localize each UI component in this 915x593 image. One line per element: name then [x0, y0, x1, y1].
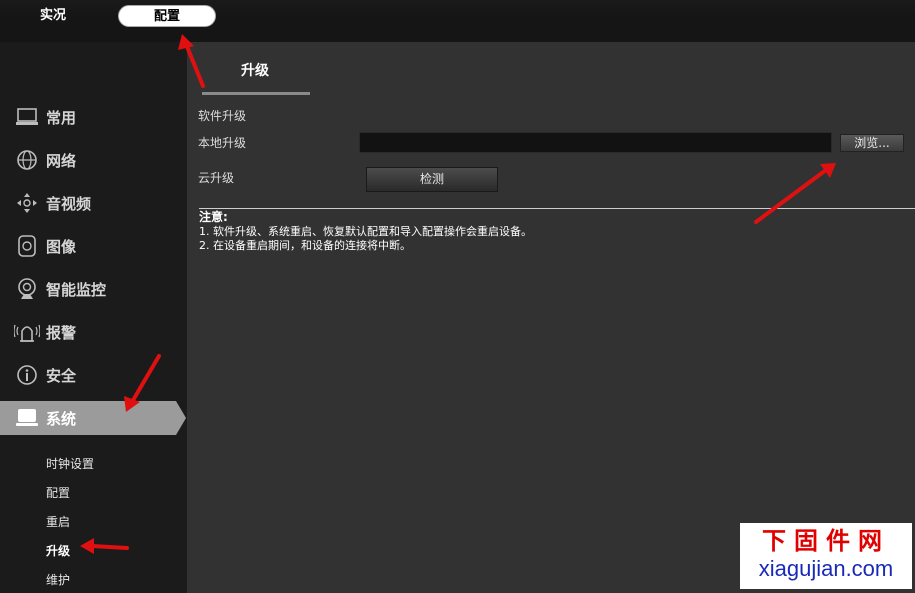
watermark-title: 下固件网 [762, 526, 890, 555]
sub-item-reboot[interactable]: 重启 [46, 513, 70, 530]
sidebar-item-label: 报警 [46, 323, 77, 342]
sub-item-clock-settings[interactable]: 时钟设置 [46, 455, 94, 472]
tab-upgrade[interactable]: 升级 [241, 60, 269, 80]
tab-underline [202, 92, 310, 95]
section-title: 软件升级 [198, 109, 247, 123]
camera-icon [14, 233, 40, 259]
divider [199, 208, 915, 209]
sidebar-item-label: 音视频 [46, 194, 92, 213]
alarm-icon [14, 319, 40, 345]
sidebar-item-label: 安全 [46, 366, 77, 385]
sub-item-config[interactable]: 配置 [46, 484, 70, 501]
sidebar-item-system[interactable]: 系统 [0, 401, 186, 435]
local-upgrade-label: 本地升级 [198, 136, 247, 150]
sidebar-item-smart-monitoring[interactable]: 智能监控 [0, 272, 187, 306]
sidebar-item-common[interactable]: 常用 [0, 100, 187, 134]
active-pointer [176, 401, 186, 435]
sidebar-item-label: 网络 [46, 151, 77, 170]
webcam-icon [14, 276, 40, 302]
sidebar-item-network[interactable]: 网络 [0, 143, 187, 177]
check-button[interactable]: 检测 [366, 167, 498, 192]
sidebar-item-label: 图像 [46, 237, 77, 256]
sidebar-item-alarm[interactable]: 报警 [0, 315, 187, 349]
tab-config[interactable]: 配置 [118, 5, 216, 27]
sidebar: 常用 网络 音视频 图像 智能监控 报警 安全 系统 时钟设置 配置 重启 升级… [0, 42, 187, 593]
sidebar-item-audio-video[interactable]: 音视频 [0, 186, 187, 220]
sub-item-maintenance[interactable]: 维护 [46, 571, 70, 588]
dpad-icon [14, 190, 40, 216]
browse-button[interactable]: 浏览... [840, 134, 904, 152]
file-path-input[interactable] [359, 132, 832, 153]
sidebar-item-label: 智能监控 [46, 280, 107, 299]
sub-item-upgrade[interactable]: 升级 [46, 542, 70, 559]
tab-live[interactable]: 实况 [24, 5, 82, 27]
info-icon [14, 362, 40, 388]
globe-icon [14, 147, 40, 173]
monitor-icon [14, 104, 40, 130]
sidebar-item-label: 常用 [46, 108, 77, 127]
cloud-upgrade-label: 云升级 [198, 171, 235, 185]
system-icon [14, 405, 40, 431]
watermark-url: xiagujian.com [758, 556, 894, 581]
watermark-logo: 下固件网 xiagujian.com [740, 523, 912, 589]
main-content: 升级 软件升级 本地升级 浏览... 云升级 检测 注意: 1. 软件升级、系统… [187, 42, 915, 593]
top-navigation-bar: 实况 配置 [0, 0, 915, 42]
sidebar-item-label: 系统 [46, 409, 77, 428]
sidebar-item-security[interactable]: 安全 [0, 358, 187, 392]
sidebar-item-image[interactable]: 图像 [0, 229, 187, 263]
note-line: 2. 在设备重启期间，和设备的连接将中断。 [199, 239, 411, 252]
